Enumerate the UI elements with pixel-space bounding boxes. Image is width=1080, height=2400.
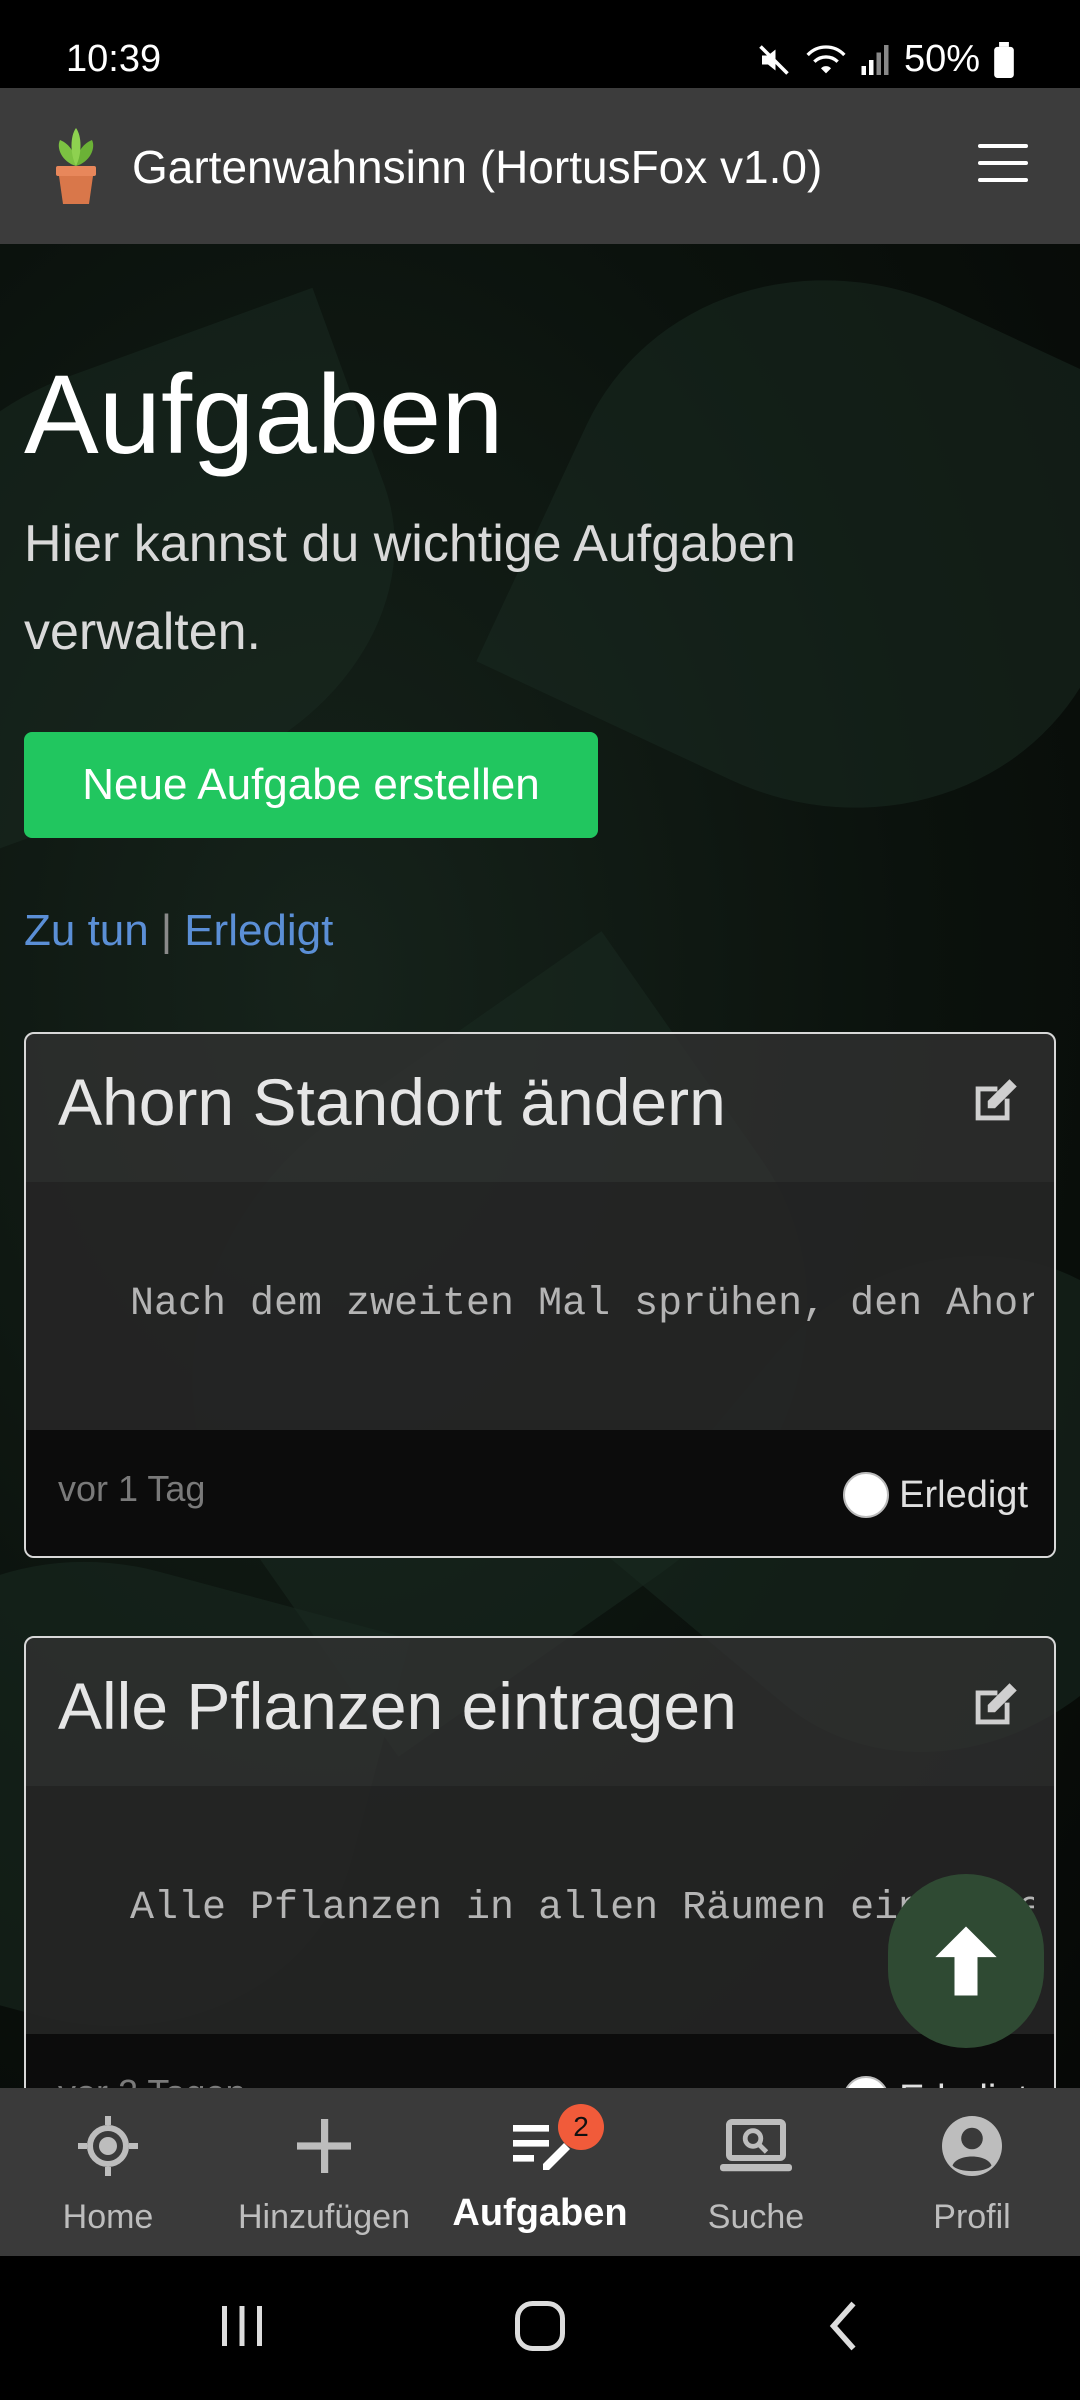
page-subtitle: Hier kannst du wichtige Aufgaben verwalt… [24, 515, 796, 661]
new-task-button[interactable]: Neue Aufgabe erstellen [24, 732, 598, 838]
arrow-up-icon [935, 1926, 997, 1996]
home-button-icon[interactable] [510, 2296, 570, 2356]
nav-item-home[interactable]: Home [0, 2088, 216, 2256]
status-icons: 50% [756, 38, 1014, 81]
nav-item-tasks[interactable]: 2 Aufgaben [432, 2088, 648, 2256]
mute-icon [759, 44, 789, 75]
back-icon[interactable] [816, 2296, 876, 2356]
nav-item-search[interactable]: Suche [648, 2088, 864, 2256]
nav-label: Suche [707, 2198, 805, 2236]
search-laptop-icon [720, 2119, 792, 2172]
done-label: Erledigt [899, 1473, 1028, 1516]
task-time: vor 1 Tag [58, 1468, 206, 1509]
nav-label: Hinzufügen [237, 2198, 410, 2236]
task-filter: Zu tun | Erledigt [24, 906, 333, 956]
wifi-icon [806, 44, 846, 73]
plant-logo-icon[interactable] [48, 126, 104, 206]
nav-item-add[interactable]: Hinzufügen [216, 2088, 432, 2256]
nav-label: Aufgaben [452, 2192, 628, 2234]
edit-icon[interactable] [966, 1676, 1024, 1734]
bottom-navigation: Home Hinzufügen 2 Aufgaben Suche Profil [0, 2088, 1080, 2256]
status-time: 10:39 [66, 38, 162, 80]
battery-percent: 50% [903, 38, 980, 80]
task-footer: vor 1 Tag Erledigt [26, 1430, 1054, 1556]
status-bar: 10:39 50% [0, 0, 1080, 88]
page-title: Aufgaben [24, 352, 504, 477]
battery-icon [994, 41, 1014, 78]
task-title: Alle Pflanzen eintragen [58, 1669, 737, 1743]
nav-item-profile[interactable]: Profil [864, 2088, 1080, 2256]
nav-label: Home [62, 2198, 154, 2236]
task-title: Ahorn Standort ändern [58, 1065, 726, 1139]
task-body: Nach dem zweiten Mal sprühen, den Ahorn … [26, 1182, 1054, 1430]
edit-icon[interactable] [966, 1072, 1024, 1130]
done-radio[interactable] [843, 1472, 890, 1518]
plus-icon [297, 2119, 351, 2173]
app-title: Gartenwahnsinn (HortusFox v1.0) [132, 141, 823, 193]
task-card: Ahorn Standort ändern Nach dem zweiten M… [24, 1032, 1056, 1558]
tasks-badge: 2 [558, 2104, 604, 2150]
task-done-toggle[interactable]: Erledigt [843, 1472, 1028, 1518]
nav-label: Profil [933, 2198, 1011, 2236]
filter-todo-link[interactable]: Zu tun [24, 906, 149, 955]
home-icon [78, 2116, 138, 2176]
profile-icon [942, 2116, 1002, 2176]
menu-icon[interactable] [978, 144, 1028, 184]
task-card: Alle Pflanzen eintragen Alle Pflanzen in… [24, 1636, 1056, 2162]
task-description: Nach dem zweiten Mal sprühen, den Ahorn … [130, 1282, 1034, 1327]
filter-done-link[interactable]: Erledigt [184, 906, 333, 955]
system-nav-bar [0, 2256, 1080, 2400]
recent-apps-icon[interactable] [212, 2296, 272, 2356]
signal-icon [861, 44, 889, 75]
scroll-top-button[interactable] [888, 1874, 1044, 2048]
screen: 10:39 50% Gartenwahnsinn (HortusFox v1.0… [0, 0, 1080, 2400]
app-header: Gartenwahnsinn (HortusFox v1.0) [0, 88, 1080, 244]
filter-separator: | [160, 906, 173, 955]
